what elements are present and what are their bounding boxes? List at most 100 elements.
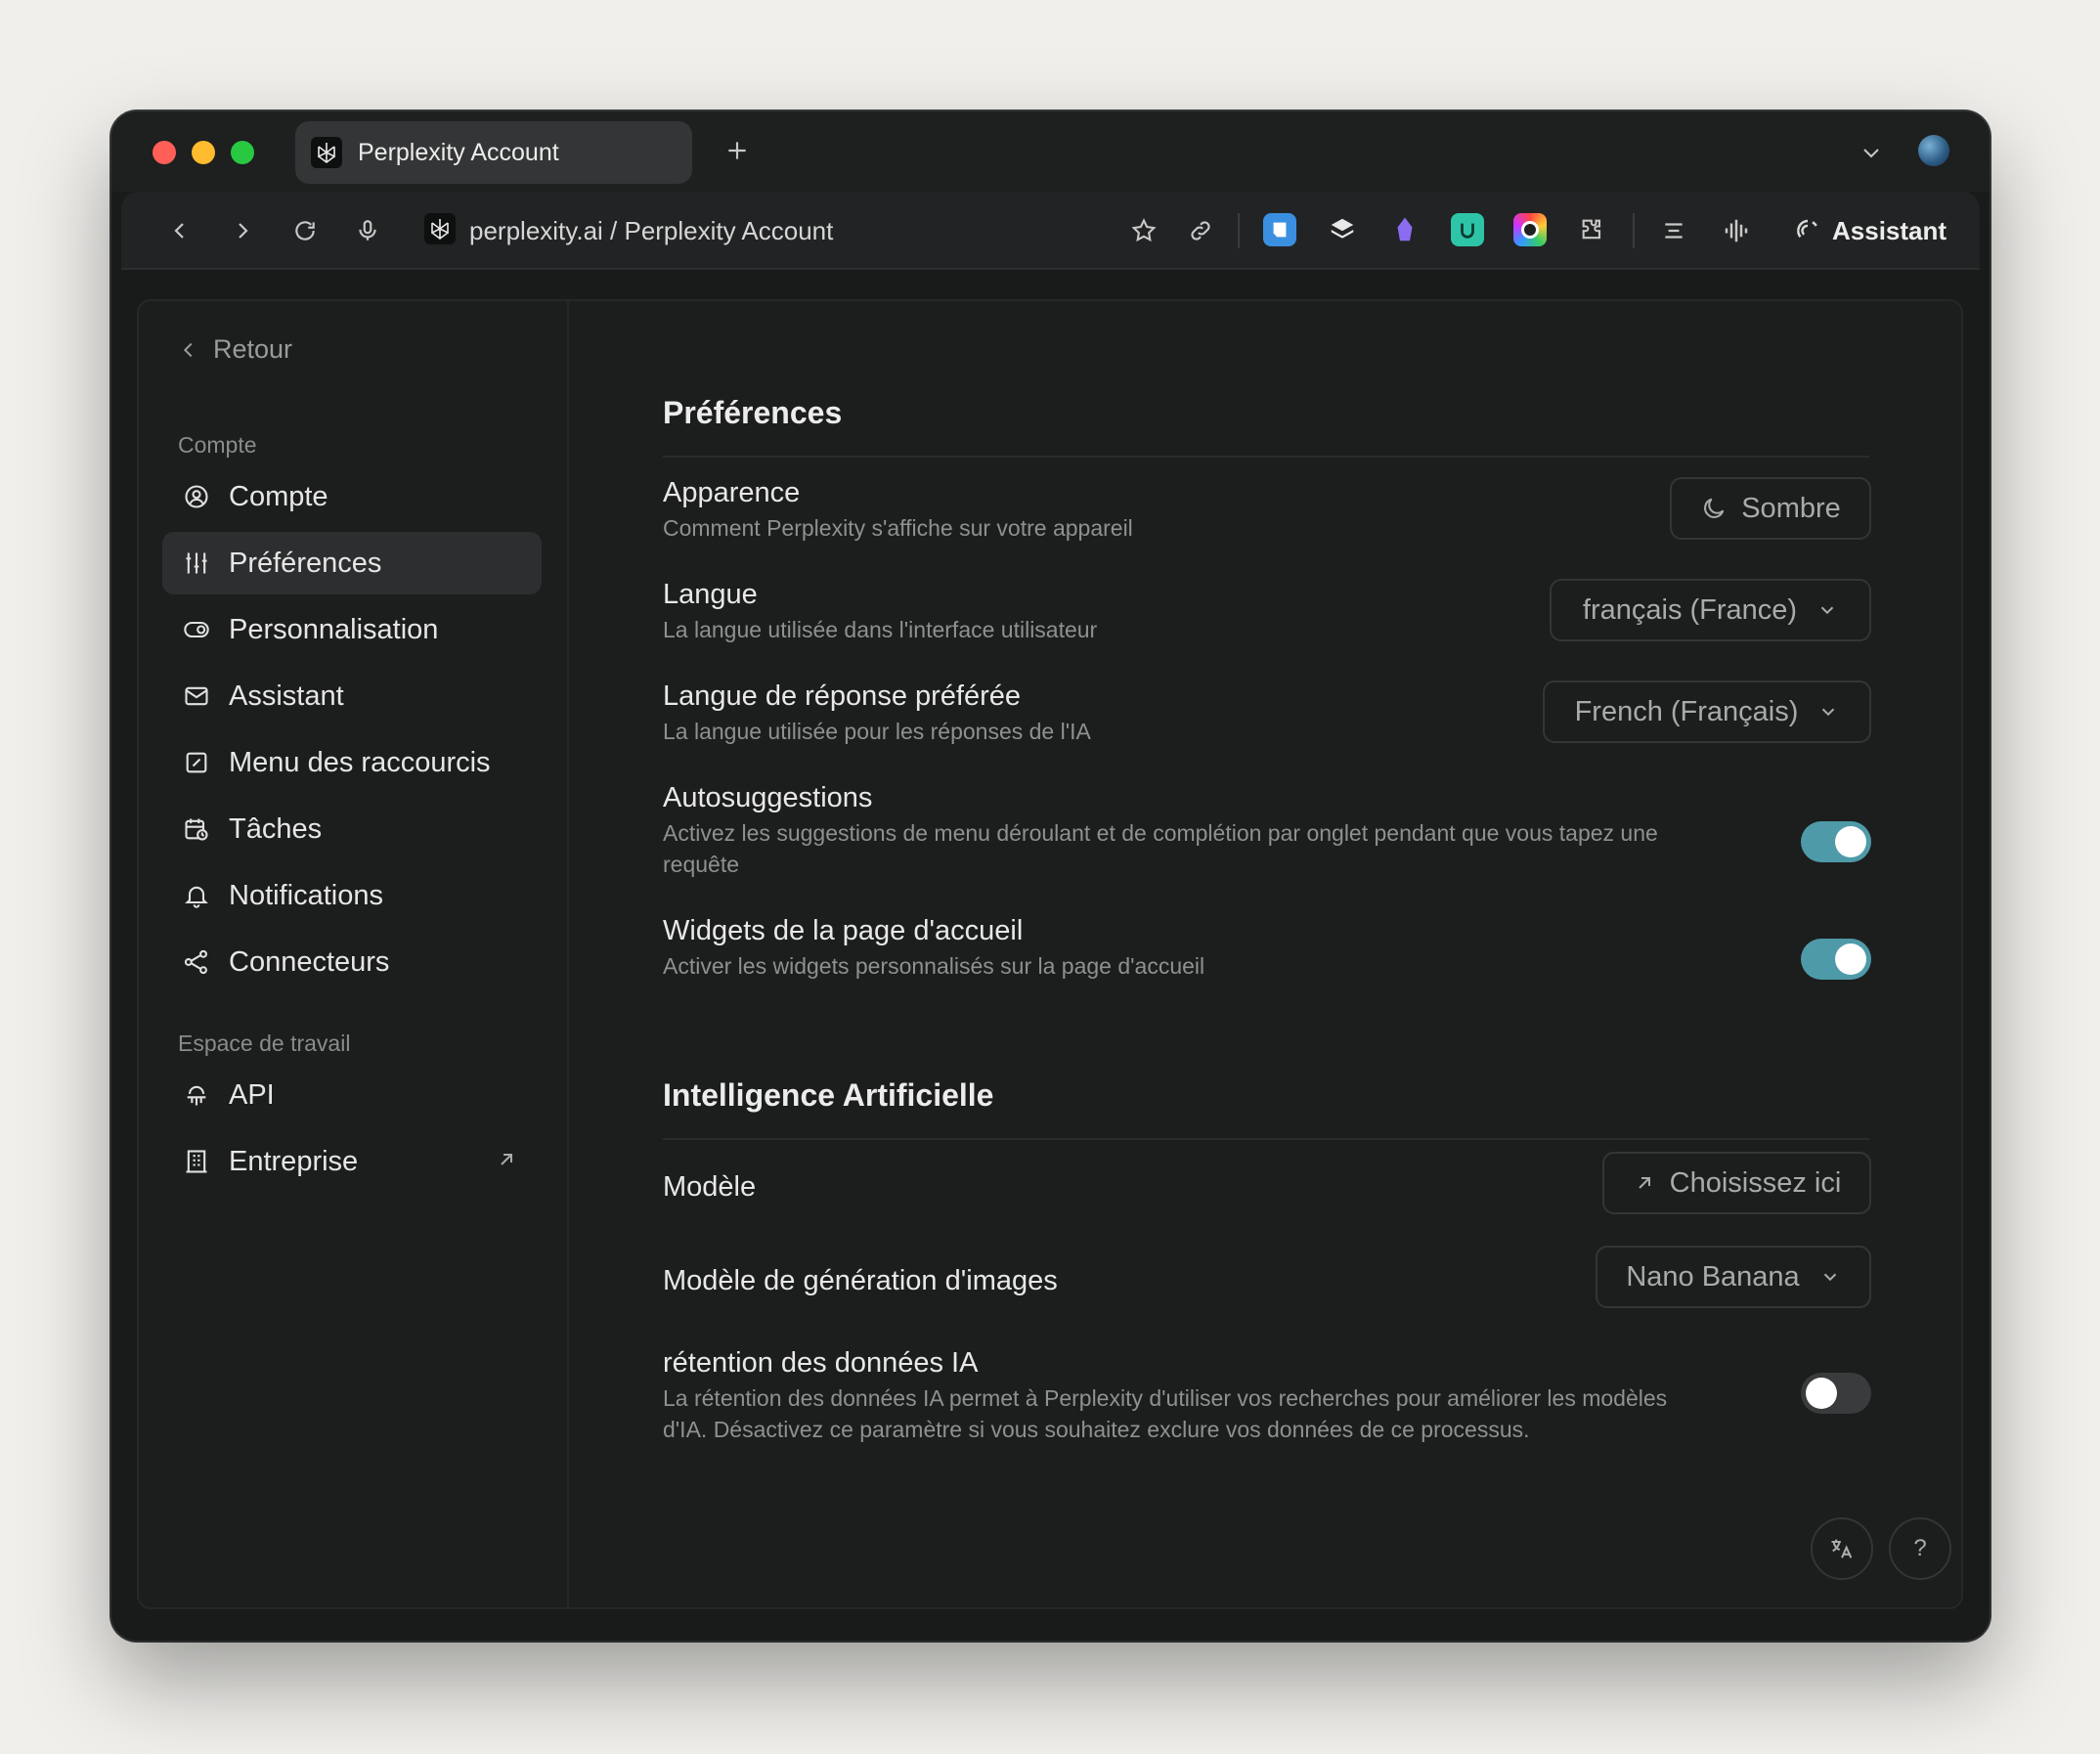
image-model-value: Nano Banana — [1626, 1260, 1800, 1293]
chevron-left-icon — [183, 342, 193, 357]
sidebar-item-preferences[interactable]: Préférences — [162, 532, 542, 594]
language-value: français (France) — [1582, 593, 1798, 626]
api-icon — [182, 1080, 211, 1110]
section-label-workspace: Espace de travail — [178, 1030, 351, 1056]
sidebar-item-label: Personnalisation — [229, 613, 439, 645]
toolbar-divider — [1238, 213, 1240, 248]
language-select[interactable]: français (France) — [1550, 579, 1871, 641]
appearance-button[interactable]: Sombre — [1670, 477, 1871, 540]
widgets-title: Widgets de la page d'accueil — [663, 915, 1024, 946]
language-description: La langue utilisée dans l'interface util… — [663, 617, 1098, 642]
retention-toggle[interactable] — [1801, 1373, 1871, 1414]
autosuggest-title: Autosuggestions — [663, 782, 873, 813]
sidebar-item-label: Compte — [229, 480, 328, 512]
section-title-preferences: Préférences — [663, 395, 843, 430]
arrow-up-right-icon — [1633, 1171, 1656, 1195]
section-title-ai: Intelligence Artificielle — [663, 1077, 994, 1113]
sidebar-item-label: Préférences — [229, 547, 382, 579]
voice-waveform-icon[interactable] — [1717, 211, 1756, 250]
bell-icon — [182, 881, 211, 910]
sidebar-item-raccourcis[interactable]: Menu des raccourcis — [162, 731, 542, 794]
reader-menu-icon[interactable] — [1654, 211, 1693, 250]
sidebar-item-personnalisation[interactable]: Personnalisation — [162, 598, 542, 661]
section-label-account: Compte — [178, 432, 257, 458]
appearance-title: Apparence — [663, 477, 801, 508]
response-language-select[interactable]: French (Français) — [1543, 680, 1871, 743]
back-arrow-icon[interactable] — [160, 211, 199, 250]
appearance-description: Comment Perplexity s'affiche sur votre a… — [663, 515, 1133, 541]
widgets-toggle[interactable] — [1801, 939, 1871, 980]
retention-title: rétention des données IA — [663, 1347, 979, 1379]
translate-button[interactable] — [1811, 1517, 1873, 1580]
sidebar-item-compte[interactable]: Compte — [162, 465, 542, 528]
sidebar-item-label: Notifications — [229, 879, 383, 911]
assistant-label: Assistant — [1832, 215, 1947, 245]
autosuggest-description: Activez les suggestions de menu déroulan… — [663, 820, 1658, 877]
microphone-icon[interactable] — [348, 211, 387, 250]
building-icon — [182, 1147, 211, 1176]
help-button[interactable]: ? — [1889, 1517, 1951, 1580]
assistant-button[interactable]: Assistant — [1793, 211, 1947, 250]
sidebar-item-label: Connecteurs — [229, 945, 390, 978]
page-content: Retour Compte Compte Préférences Personn… — [121, 270, 1980, 1631]
response-language-value: French (Français) — [1574, 695, 1799, 727]
image-model-select[interactable]: Nano Banana — [1596, 1246, 1871, 1308]
sidebar-item-label: Entreprise — [229, 1145, 359, 1177]
tab-perplexity-account[interactable]: Perplexity Account — [295, 121, 692, 184]
retention-description: La rétention des données IA permet à Per… — [663, 1385, 1668, 1442]
tab-list-chevron-icon[interactable] — [1852, 133, 1891, 172]
extension-notes-icon[interactable] — [1263, 213, 1296, 246]
extension-crystal-icon[interactable] — [1388, 213, 1422, 246]
shortcut-icon — [182, 748, 211, 777]
extension-u-icon[interactable] — [1451, 213, 1484, 246]
extensions-puzzle-icon[interactable] — [1576, 213, 1609, 246]
mail-icon — [182, 681, 211, 711]
sidebar-item-taches[interactable]: Tâches — [162, 798, 542, 860]
response-language-description: La langue utilisée pour les réponses de … — [663, 719, 1091, 744]
widgets-description: Activer les widgets personnalisés sur la… — [663, 953, 1205, 979]
profile-avatar[interactable] — [1918, 135, 1949, 166]
choose-model-button[interactable]: Choisissez ici — [1602, 1152, 1871, 1214]
zoom-window-button[interactable] — [231, 141, 254, 164]
share-nodes-icon — [182, 947, 211, 977]
tab-title: Perplexity Account — [358, 138, 559, 166]
model-title: Modèle — [663, 1171, 757, 1203]
sidebar-item-connecteurs[interactable]: Connecteurs — [162, 931, 542, 993]
translate-icon — [1831, 1539, 1853, 1558]
tab-strip: Perplexity Account — [111, 111, 1990, 192]
browser-toolbar: perplexity.ai / Perplexity Account Assis… — [121, 192, 1980, 270]
image-model-title: Modèle de génération d'images — [663, 1265, 1058, 1296]
new-tab-button[interactable] — [714, 127, 761, 174]
close-window-button[interactable] — [153, 141, 176, 164]
reload-icon[interactable] — [285, 211, 325, 250]
minimize-window-button[interactable] — [192, 141, 215, 164]
sidebar-item-label: Tâches — [229, 812, 323, 845]
toggle-knob — [1835, 943, 1866, 975]
moon-icon — [1700, 495, 1728, 522]
sliders-icon — [182, 548, 211, 578]
sidebar-item-api[interactable]: API — [162, 1064, 542, 1126]
language-title: Langue — [663, 579, 758, 610]
copy-link-icon[interactable] — [1181, 211, 1220, 250]
section-divider — [663, 1138, 1869, 1140]
extension-color-picker-icon[interactable] — [1513, 213, 1547, 246]
choose-model-label: Choisissez ici — [1669, 1166, 1842, 1199]
autosuggest-toggle[interactable] — [1801, 821, 1871, 862]
sidebar-item-assistant[interactable]: Assistant — [162, 665, 542, 727]
sidebar-item-entreprise[interactable]: Entreprise — [162, 1130, 542, 1193]
section-divider — [663, 456, 1869, 458]
address-bar[interactable]: perplexity.ai / Perplexity Account — [469, 213, 833, 248]
toolbar-divider — [1633, 213, 1635, 248]
sidebar-item-label: Assistant — [229, 680, 344, 712]
browser-window: Perplexity Account perplexity.ai / Perpl… — [111, 111, 1990, 1641]
sidebar-item-label: Menu des raccourcis — [229, 746, 491, 778]
calendar-clock-icon — [182, 814, 211, 844]
toggle-knob — [1835, 826, 1866, 857]
external-link-arrow-icon — [495, 1148, 518, 1171]
bookmark-star-icon[interactable] — [1124, 211, 1163, 250]
chevron-down-icon — [1819, 1266, 1841, 1288]
sidebar-item-notifications[interactable]: Notifications — [162, 864, 542, 927]
forward-arrow-icon[interactable] — [223, 211, 262, 250]
back-link[interactable]: Retour — [178, 334, 292, 365]
extension-layers-icon[interactable] — [1326, 213, 1359, 246]
